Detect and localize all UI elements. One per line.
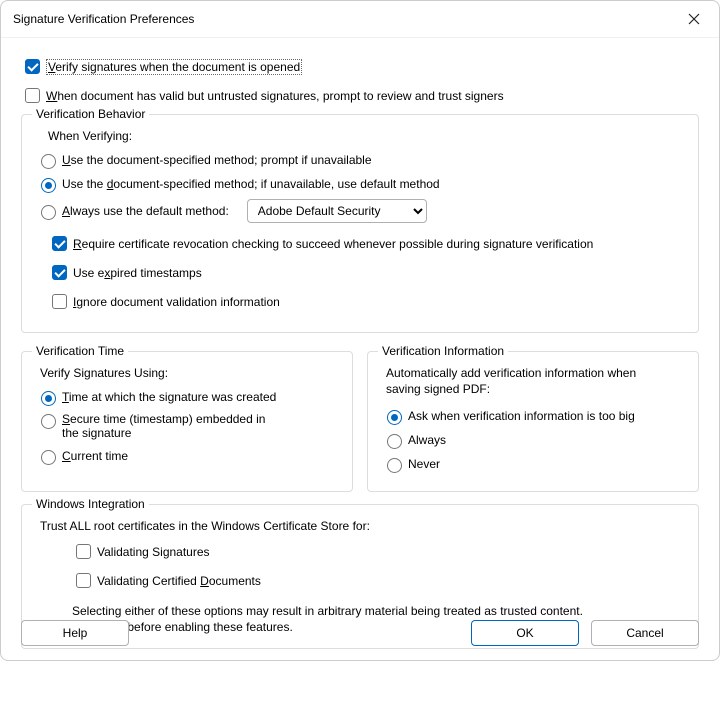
- verification-info-legend: Verification Information: [378, 344, 508, 358]
- info-ask-radio[interactable]: [387, 410, 402, 425]
- ignore-dvi-checkbox[interactable]: [52, 294, 67, 309]
- time-created-radio[interactable]: [41, 391, 56, 406]
- require-crl-checkbox[interactable]: [52, 236, 67, 251]
- help-button[interactable]: Help: [21, 620, 129, 646]
- verify-using-label: Verify Signatures Using:: [40, 366, 338, 380]
- time-secure-radio[interactable]: [41, 414, 56, 429]
- auto-add-label: Automatically add verification informati…: [386, 366, 666, 397]
- trust-root-label: Trust ALL root certificates in the Windo…: [40, 519, 684, 533]
- cancel-button[interactable]: Cancel: [591, 620, 699, 646]
- when-verifying-label: When Verifying:: [48, 129, 684, 143]
- prompt-untrusted-checkbox[interactable]: [25, 88, 40, 103]
- dialog-title: Signature Verification Preferences: [13, 12, 194, 26]
- method-doc-prompt-radio[interactable]: [41, 154, 56, 169]
- info-ask-label[interactable]: Ask when verification information is too…: [408, 409, 635, 423]
- default-method-select[interactable]: Adobe Default Security: [247, 199, 427, 223]
- prompt-untrusted-label[interactable]: When document has valid but untrusted si…: [46, 89, 504, 103]
- verification-time-group: Verification Time Verify Signatures Usin…: [21, 351, 353, 492]
- method-doc-default-radio[interactable]: [41, 178, 56, 193]
- time-current-radio[interactable]: [41, 450, 56, 465]
- time-created-label[interactable]: Time at which the signature was created: [62, 390, 276, 404]
- info-always-radio[interactable]: [387, 434, 402, 449]
- verification-info-group: Verification Information Automatically a…: [367, 351, 699, 492]
- require-crl-label[interactable]: Require certificate revocation checking …: [73, 237, 593, 251]
- verification-time-legend: Verification Time: [32, 344, 128, 358]
- info-never-label[interactable]: Never: [408, 457, 440, 471]
- method-always-default-radio[interactable]: [41, 205, 56, 220]
- method-always-default-label[interactable]: Always use the default method:: [62, 204, 229, 218]
- verify-on-open-label[interactable]: Verify signatures when the document is o…: [46, 59, 302, 75]
- method-doc-default-label[interactable]: Use the document-specified method; if un…: [62, 177, 440, 191]
- info-never-radio[interactable]: [387, 458, 402, 473]
- expired-timestamps-label[interactable]: Use expired timestamps: [73, 266, 202, 280]
- validating-certified-docs-label[interactable]: Validating Certified Documents: [97, 574, 261, 588]
- expired-timestamps-checkbox[interactable]: [52, 265, 67, 280]
- ok-button[interactable]: OK: [471, 620, 579, 646]
- time-secure-label[interactable]: Secure time (timestamp) embedded in the …: [62, 412, 282, 441]
- verification-behavior-legend: Verification Behavior: [32, 107, 149, 121]
- close-icon[interactable]: [679, 7, 709, 31]
- info-always-label[interactable]: Always: [408, 433, 446, 447]
- validating-certified-docs-checkbox[interactable]: [76, 573, 91, 588]
- verification-behavior-group: Verification Behavior When Verifying: Us…: [21, 114, 699, 333]
- windows-integration-legend: Windows Integration: [32, 497, 149, 511]
- validating-signatures-label[interactable]: Validating Signatures: [97, 545, 210, 559]
- time-current-label[interactable]: Current time: [62, 449, 128, 463]
- method-doc-prompt-label[interactable]: Use the document-specified method; promp…: [62, 153, 372, 167]
- verify-on-open-checkbox[interactable]: [25, 59, 40, 74]
- ignore-dvi-label[interactable]: Ignore document validation information: [73, 295, 280, 309]
- validating-signatures-checkbox[interactable]: [76, 544, 91, 559]
